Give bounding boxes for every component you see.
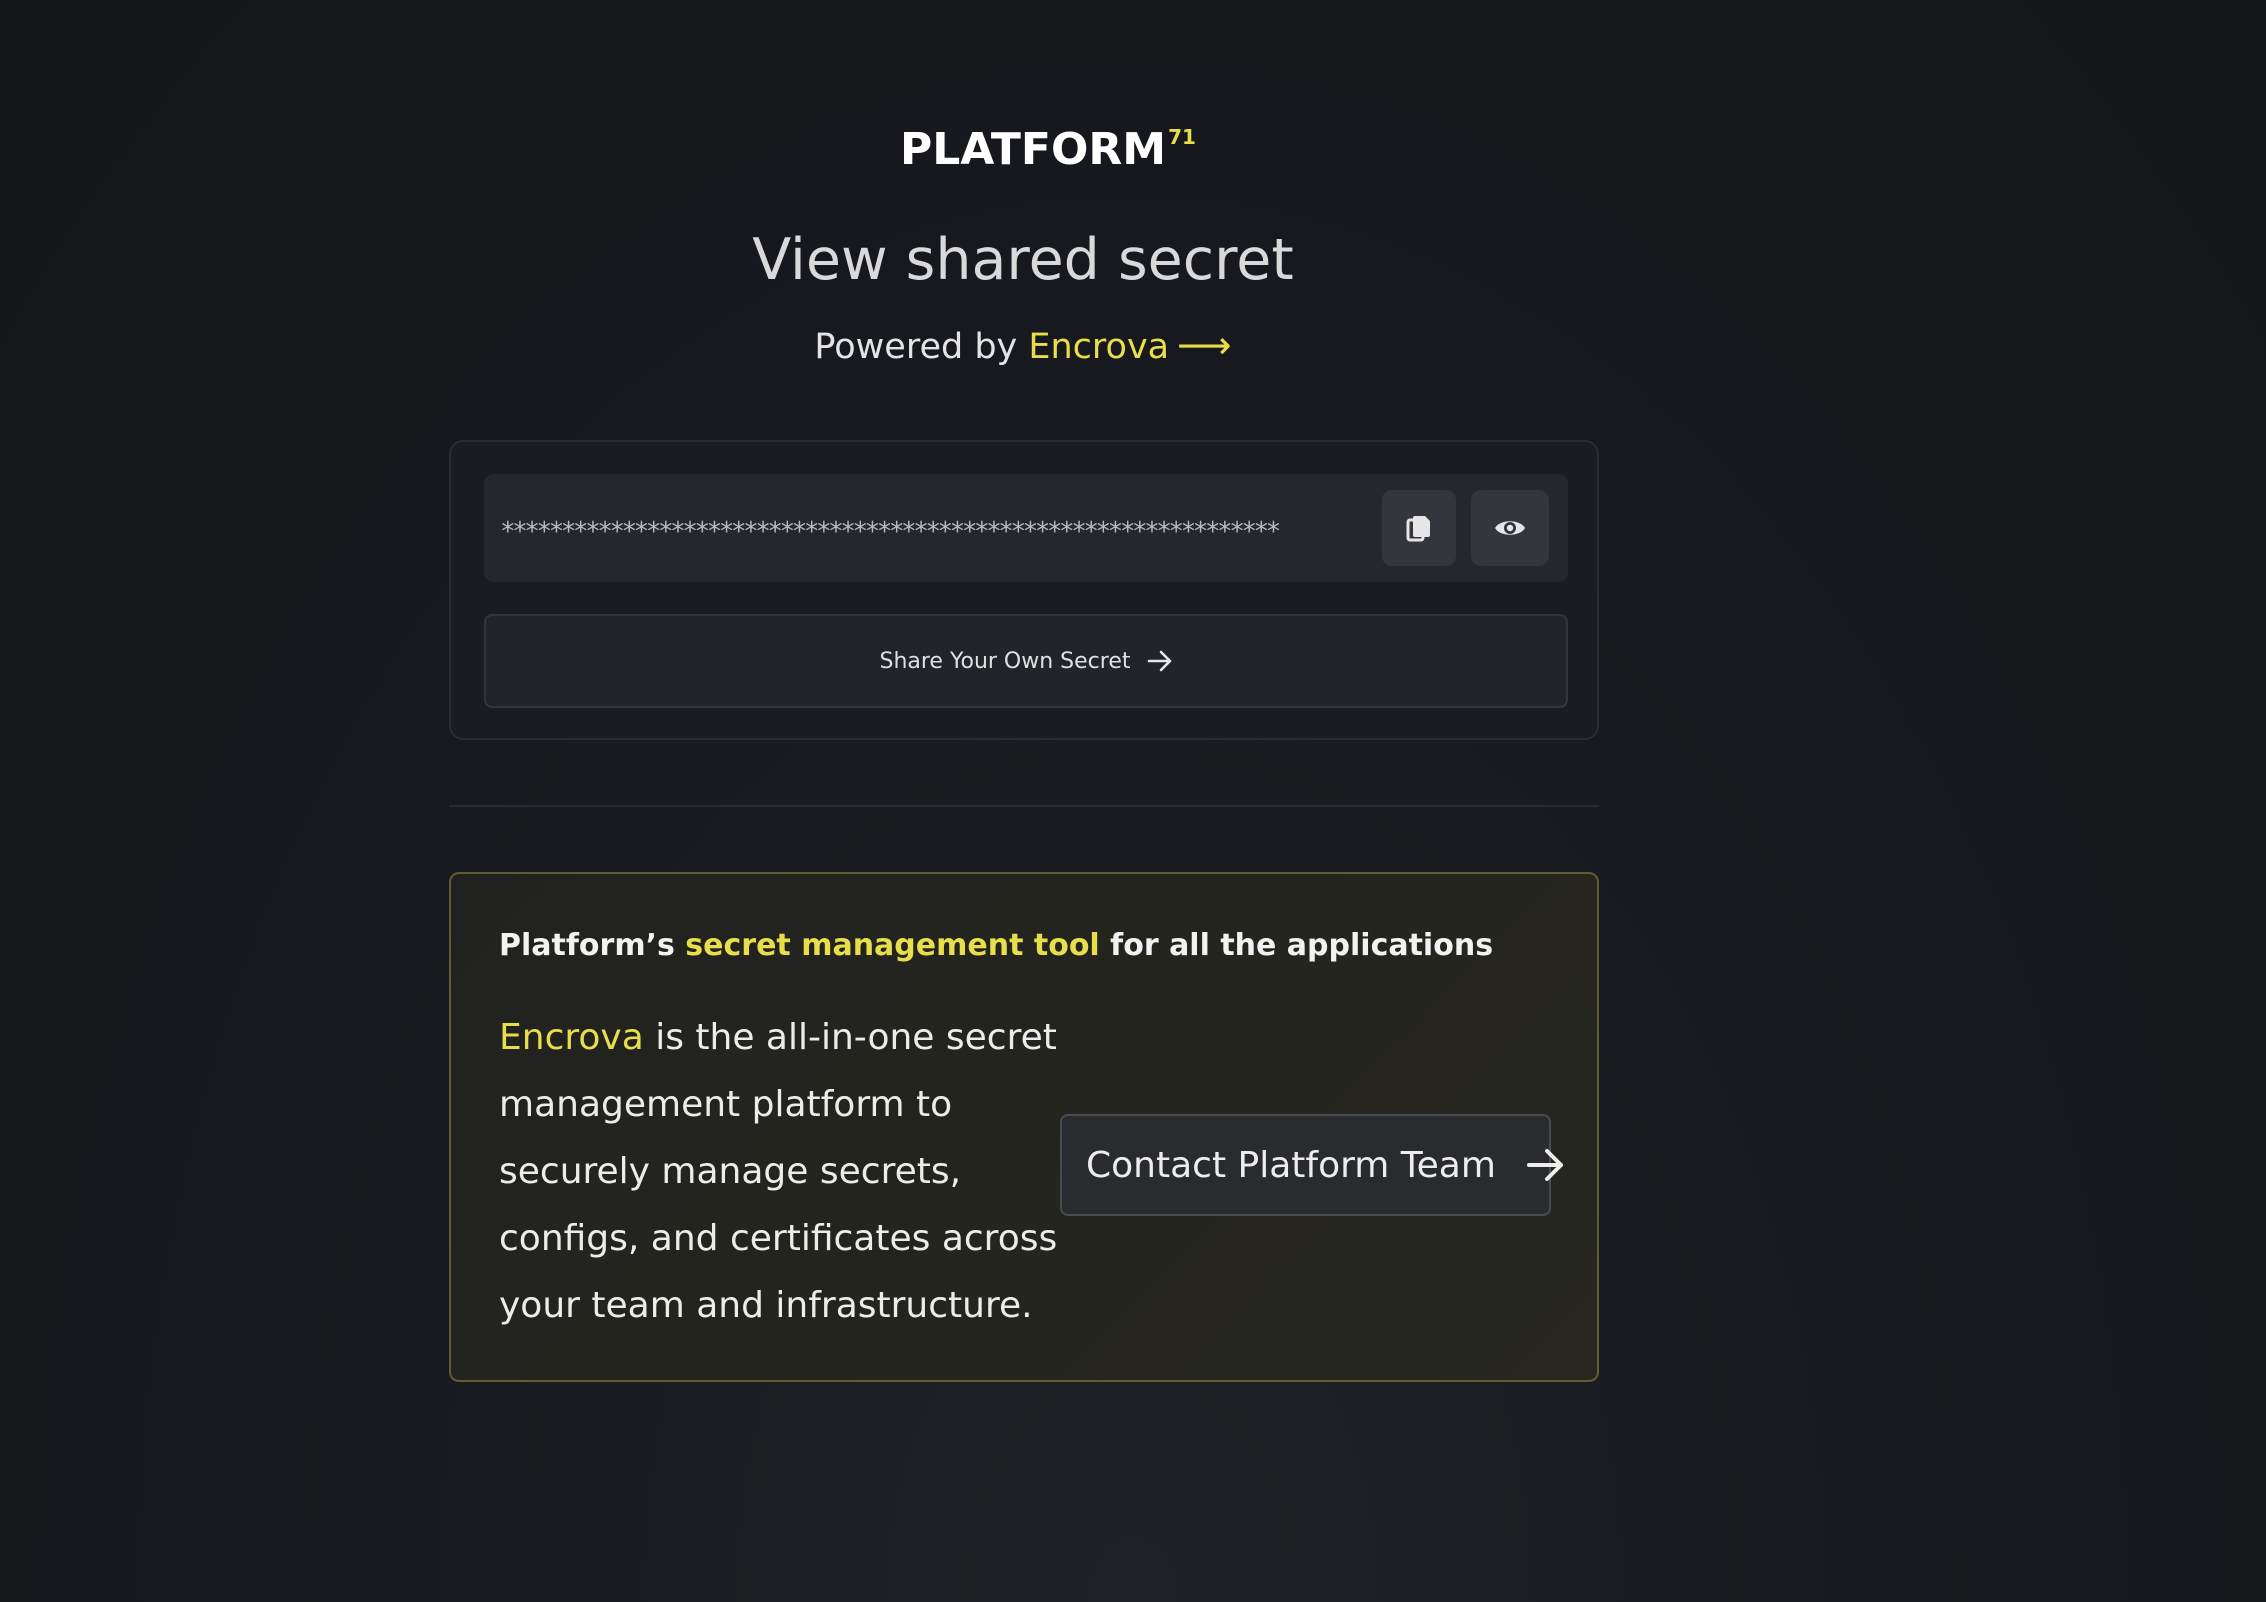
secret-card: ****************************************… [449,440,1599,740]
encrova-link[interactable]: Encrova [1028,327,1169,367]
secret-field: ****************************************… [484,474,1568,582]
arrow-right-icon [1526,1147,1566,1183]
copy-button[interactable] [1382,490,1456,566]
section-divider [449,805,1599,807]
powered-by-line: Powered by Encrova ⟶ [0,322,2046,370]
promo-card: Platform’s secret management tool for al… [449,872,1599,1382]
powered-by-prefix: Powered by [814,327,1029,367]
promo-description: Encrova is the all-in-one secret managem… [499,1004,1059,1339]
share-button-label: Share Your Own Secret [879,648,1131,674]
share-own-secret-button[interactable]: Share Your Own Secret [484,614,1568,708]
promo-brand-name: Encrova [499,1017,644,1058]
promo-heading-suffix: for all the applications [1099,928,1494,963]
page-title: View shared secret [752,227,1294,293]
promo-heading: Platform’s secret management tool for al… [499,926,1493,966]
reveal-button[interactable] [1471,490,1549,566]
platform-logo[interactable]: PLATFORM 71 [900,122,1196,178]
arrow-right-icon [1147,650,1173,672]
eye-icon [1495,521,1525,535]
logo-text: PLATFORM [900,124,1167,175]
masked-secret-value[interactable]: ****************************************… [500,474,1281,582]
long-arrow-right-icon[interactable]: ⟶ [1177,322,1231,368]
promo-heading-highlight: secret management tool [685,928,1100,963]
contact-platform-team-button[interactable]: Contact Platform Team [1060,1114,1563,1216]
contact-button-label: Contact Platform Team [1086,1144,1496,1186]
promo-heading-prefix: Platform’s [499,928,686,963]
promo-body-text: is the all-in-one secret management plat… [499,1017,1058,1326]
logo-superscript: 71 [1168,125,1196,149]
copy-icon [1406,516,1430,542]
page: PLATFORM 71 View shared secret Powered b… [0,0,2266,1602]
